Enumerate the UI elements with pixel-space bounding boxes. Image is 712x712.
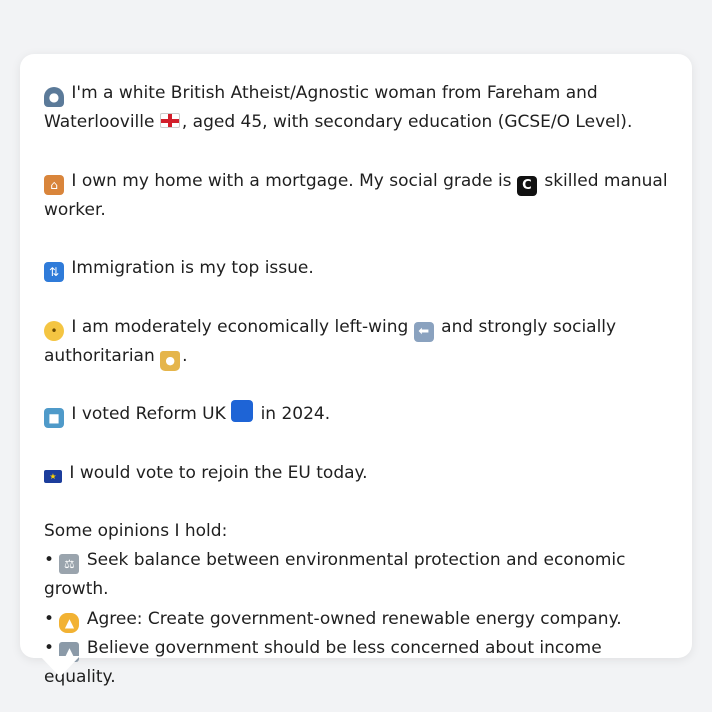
identity-text-c: , aged 45, with secondary education (GCS… — [181, 112, 633, 133]
issue-paragraph: ⇅ Immigration is my top issue. — [44, 254, 668, 283]
blue-square-icon — [231, 400, 254, 423]
speech-bubble-tail — [40, 656, 80, 677]
opinions-heading: Some opinions I hold: — [44, 520, 228, 541]
vote-text-a: I voted Reform UK — [71, 404, 226, 425]
vote-text-b: in 2024. — [260, 404, 331, 425]
ideology-text-d: . — [182, 345, 188, 366]
ideology-text-c: authoritarian — [44, 345, 155, 366]
opinions-section: Some opinions I hold: • ⚖ Seek balance b… — [44, 517, 668, 692]
thumbs-up-icon: ▲ — [59, 612, 80, 633]
ideology-text-b: and strongly socially — [441, 316, 617, 337]
home-text-b: skilled manual — [544, 170, 668, 191]
identity-text-a: I'm a white British Atheist/Agnostic wom… — [71, 83, 598, 103]
identity-paragraph: ● I'm a white British Atheist/Agnostic w… — [44, 79, 668, 137]
identity-text-b: Waterlooville — [44, 112, 155, 133]
eu-paragraph: ★ I would vote to rejoin the EU today. — [44, 459, 668, 488]
opinion-item: Seek balance between environmental prote… — [44, 550, 626, 600]
left-arrow-icon: ⬅ — [413, 321, 434, 342]
england-flag-icon — [159, 113, 180, 129]
home-text-c: worker. — [44, 199, 106, 220]
person-icon: ● — [44, 87, 64, 107]
ideology-text-a: I am moderately economically left-wing — [71, 316, 409, 337]
eu-text: I would vote to rejoin the EU today. — [69, 462, 368, 483]
home-text-a: I own my home with a mortgage. My social… — [71, 170, 512, 191]
bullet: • — [44, 637, 55, 658]
opinion-item: Believe government should be less concer… — [44, 637, 602, 687]
profile-card: ● I'm a white British Atheist/Agnostic w… — [20, 54, 692, 687]
ballot-box-icon: ■ — [44, 408, 64, 429]
vote-paragraph: ■ I voted Reform UK in 2024. — [44, 400, 668, 429]
ideology-paragraph: • I am moderately economically left-wing… — [44, 313, 668, 371]
bullet: • — [44, 608, 55, 629]
lock-icon: ● — [160, 350, 181, 371]
eu-flag-icon: ★ — [44, 469, 62, 483]
home-paragraph: ⌂ I own my home with a mortgage. My soci… — [44, 167, 668, 225]
balance-scale-icon: ⚖ — [59, 554, 80, 575]
opinion-item: Agree: Create government-owned renewable… — [86, 608, 622, 629]
thinking-face-icon: • — [44, 320, 64, 341]
issue-text: Immigration is my top issue. — [71, 258, 314, 279]
arrows-icon: ⇅ — [44, 262, 64, 283]
house-icon: ⌂ — [44, 174, 64, 195]
letter-c-icon: C — [516, 175, 537, 196]
bullet: • — [44, 550, 55, 571]
